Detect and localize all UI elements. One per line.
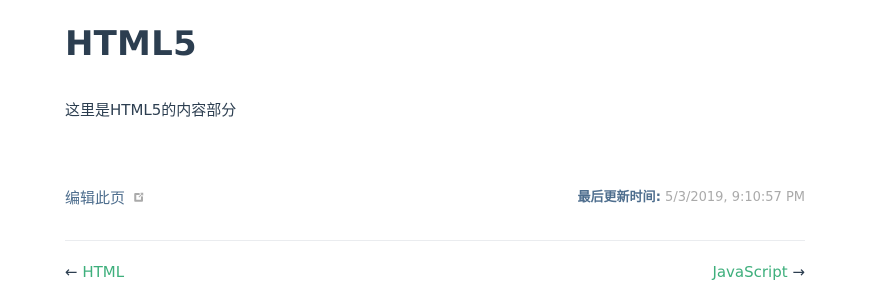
- page-navigation: ← HTML JavaScript →: [65, 260, 805, 284]
- page-title: HTML5: [65, 24, 197, 64]
- prev-page-link[interactable]: HTML: [82, 263, 124, 281]
- page-meta: 编辑此页 最后更新时间: 5/3/2019, 9:10:57 PM: [65, 186, 805, 210]
- last-updated: 最后更新时间: 5/3/2019, 9:10:57 PM: [578, 186, 805, 210]
- next-arrow-icon: →: [792, 263, 805, 281]
- next-page: JavaScript →: [712, 260, 805, 284]
- edit-page-link[interactable]: 编辑此页: [65, 186, 145, 210]
- edit-page-label: 编辑此页: [65, 189, 126, 207]
- page-body-text: 这里是HTML5的内容部分: [65, 101, 237, 119]
- last-updated-prefix: 最后更新时间:: [577, 190, 661, 205]
- last-updated-value: 5/3/2019, 9:10:57 PM: [665, 190, 805, 205]
- page: HTML5 这里是HTML5的内容部分 编辑此页 最后更新时间: 5/3/201…: [0, 0, 892, 306]
- divider: [65, 240, 805, 241]
- external-link-icon: [134, 192, 144, 202]
- prev-arrow-icon: ←: [65, 263, 78, 281]
- next-page-link[interactable]: JavaScript: [712, 263, 787, 281]
- prev-page: ← HTML: [65, 260, 124, 284]
